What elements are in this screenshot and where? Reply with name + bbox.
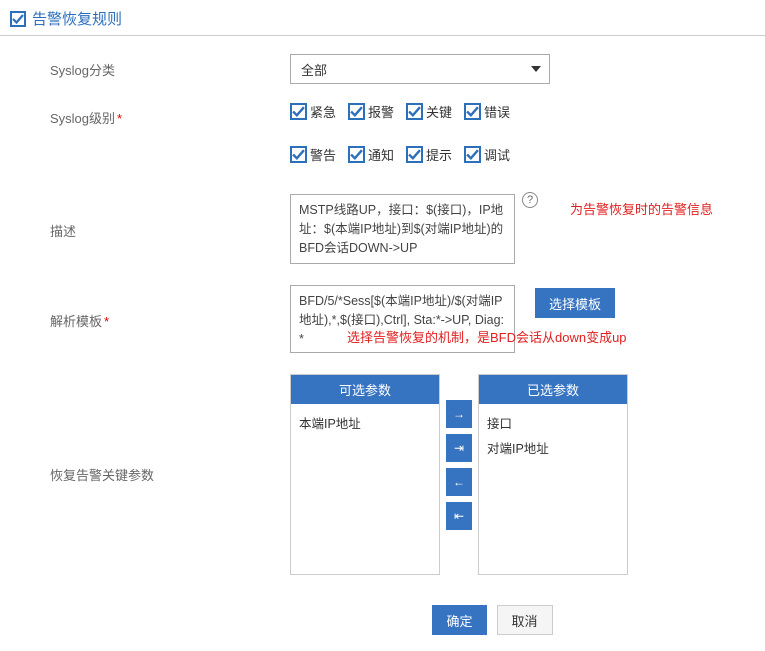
checkbox-icon (290, 146, 307, 163)
level-label: 调试 (484, 145, 510, 164)
description-textarea[interactable] (290, 194, 515, 264)
move-left-button[interactable]: ← (446, 468, 472, 496)
cancel-button[interactable]: 取消 (497, 605, 553, 635)
checkbox-icon (290, 103, 307, 120)
help-icon[interactable]: ? (522, 192, 538, 208)
list-item[interactable]: 接口 (487, 410, 619, 435)
checkbox-icon (406, 146, 423, 163)
annotation-template: 选择告警恢复的机制，是BFD会话从down变成up (347, 327, 627, 346)
checkbox-icon (348, 103, 365, 120)
level-label: 紧急 (310, 102, 336, 121)
section-title: 告警恢复规则 (32, 8, 122, 29)
list-item[interactable]: 本端IP地址 (299, 410, 431, 435)
level-checkbox[interactable]: 报警 (348, 102, 394, 121)
syslog-level-group: 紧急 报警 关键 错误警告 通知 提示 调试 (290, 102, 765, 176)
checkbox-icon (406, 103, 423, 120)
syslog-category-select[interactable]: 全部 (290, 54, 550, 84)
level-label: 通知 (368, 145, 394, 164)
transfer-widget: 可选参数 本端IP地址 → ⇥ ← ⇤ 已选参数 接口对端IP地址 (290, 374, 765, 575)
available-list[interactable]: 本端IP地址 (291, 404, 439, 574)
move-right-button[interactable]: → (446, 400, 472, 428)
selected-header: 已选参数 (479, 375, 627, 404)
level-label: 报警 (368, 102, 394, 121)
list-item[interactable]: 对端IP地址 (487, 435, 619, 460)
chevron-down-icon (531, 66, 541, 72)
label-parse-template: 解析模板* (50, 311, 290, 330)
label-description: 描述 (50, 221, 290, 240)
label-recovery-params: 恢复告警关键参数 (50, 465, 290, 484)
level-checkbox[interactable]: 调试 (464, 145, 510, 164)
checkbox-icon (464, 103, 481, 120)
level-label: 警告 (310, 145, 336, 164)
level-label: 提示 (426, 145, 452, 164)
selected-panel: 已选参数 接口对端IP地址 (478, 374, 628, 575)
label-syslog-level: Syslog级别* (50, 102, 290, 127)
available-header: 可选参数 (291, 375, 439, 404)
move-right-all-button[interactable]: ⇥ (446, 434, 472, 462)
level-label: 关键 (426, 102, 452, 121)
move-left-all-button[interactable]: ⇤ (446, 502, 472, 530)
checkbox-icon (464, 146, 481, 163)
label-syslog-category: Syslog分类 (50, 54, 290, 79)
ok-button[interactable]: 确定 (432, 605, 486, 635)
level-checkbox[interactable]: 通知 (348, 145, 394, 164)
select-template-button[interactable]: 选择模板 (535, 288, 615, 318)
level-checkbox[interactable]: 错误 (464, 102, 510, 121)
section-header: 告警恢复规则 (0, 0, 765, 36)
level-label: 错误 (484, 102, 510, 121)
annotation-description: 为告警恢复时的告警信息 (570, 200, 730, 220)
level-checkbox[interactable]: 关键 (406, 102, 452, 121)
checkbox-icon (348, 146, 365, 163)
available-panel: 可选参数 本端IP地址 (290, 374, 440, 575)
level-checkbox[interactable]: 提示 (406, 145, 452, 164)
syslog-category-value: 全部 (301, 60, 327, 79)
selected-list[interactable]: 接口对端IP地址 (479, 404, 627, 574)
checkbox-icon[interactable] (10, 11, 26, 27)
level-checkbox[interactable]: 警告 (290, 145, 336, 164)
level-checkbox[interactable]: 紧急 (290, 102, 336, 121)
